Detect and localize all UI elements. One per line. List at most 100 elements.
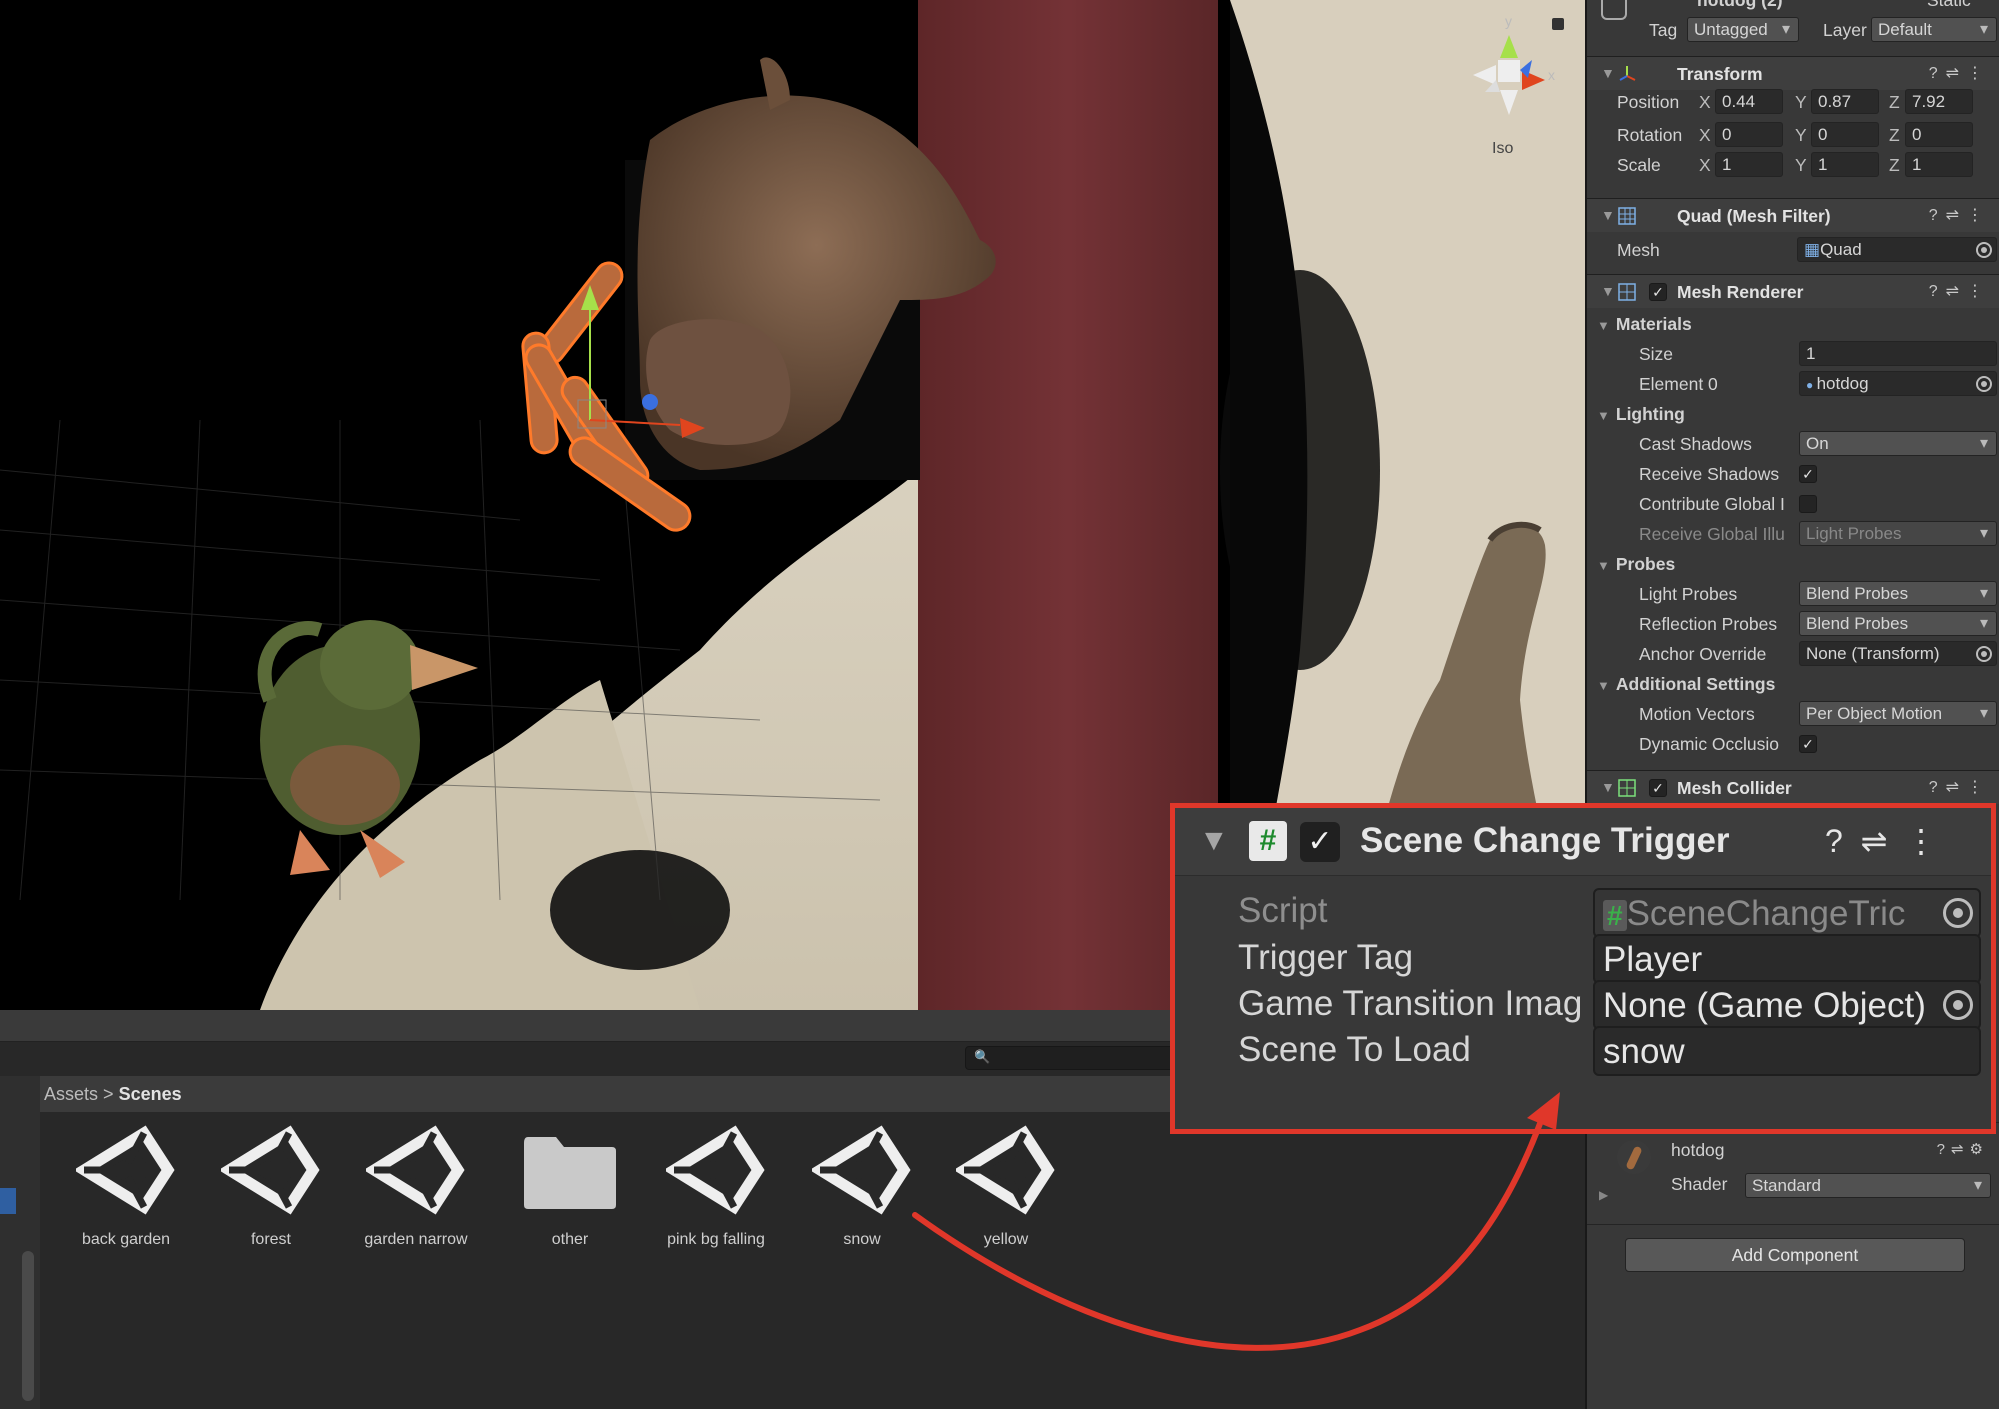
object-picker-icon[interactable]: [1976, 646, 1992, 662]
mesh-filter-icon: [1618, 207, 1636, 225]
scale-x-input[interactable]: 1: [1715, 152, 1783, 177]
size-row: Size 1: [1587, 340, 1999, 368]
mesh-renderer-title: Mesh Renderer: [1677, 282, 1804, 302]
collapse-arrow-icon[interactable]: ▼: [1597, 558, 1610, 573]
scale-axis-label[interactable]: Z: [1889, 155, 1900, 176]
trigger-tag-label: Trigger Tag: [1238, 938, 1414, 977]
asset-item[interactable]: pink bg falling: [642, 1125, 790, 1249]
trigger-tag-input[interactable]: Player: [1593, 934, 1981, 984]
cast-shadows-dropdown[interactable]: On: [1799, 431, 1997, 456]
game-transition-object-field[interactable]: None (Game Object): [1593, 980, 1981, 1030]
scale-axis-label[interactable]: X: [1699, 155, 1711, 176]
object-name[interactable]: hotdog (2): [1697, 0, 1783, 11]
tag-dropdown[interactable]: Untagged: [1687, 17, 1799, 42]
collapse-arrow-icon[interactable]: ▼: [1601, 207, 1615, 223]
reflection-probes-dropdown[interactable]: Blend Probes: [1799, 611, 1997, 636]
add-component-button[interactable]: Add Component: [1625, 1238, 1965, 1272]
dynamic-occlusion-checkbox[interactable]: ✓: [1799, 735, 1817, 753]
mesh-renderer-icon: [1618, 283, 1636, 301]
asset-item[interactable]: back garden: [52, 1125, 200, 1249]
breadcrumb-separator: >: [103, 1084, 114, 1104]
motion-vectors-dropdown[interactable]: Per Object Motion: [1799, 701, 1997, 726]
collapse-arrow-icon[interactable]: ▼: [1597, 678, 1610, 693]
receive-shadows-checkbox[interactable]: ✓: [1799, 465, 1817, 483]
scale-axis-label[interactable]: Y: [1795, 155, 1807, 176]
static-label[interactable]: Static: [1927, 0, 1971, 11]
layer-dropdown[interactable]: Default: [1871, 17, 1997, 42]
mesh-object-field[interactable]: ▦Quad: [1797, 237, 1997, 262]
position-x-input[interactable]: 0.44: [1715, 89, 1783, 114]
asset-name: snow: [843, 1231, 881, 1248]
component-menu-icons[interactable]: ?⇌⋮: [1929, 205, 1991, 225]
position-axis-label[interactable]: Y: [1795, 92, 1807, 113]
project-search-input[interactable]: 🔍: [965, 1046, 1175, 1070]
component-menu-icons[interactable]: ? ⇌ ⋮: [1825, 822, 1937, 860]
expand-arrow-icon[interactable]: ▶: [1599, 1188, 1608, 1202]
selected-folder-marker: [0, 1188, 16, 1214]
project-folder-tree[interactable]: [0, 1076, 40, 1409]
object-picker-icon[interactable]: [1943, 898, 1973, 928]
receive-gi-row: Receive Global Illu Light Probes: [1587, 520, 1999, 548]
additional-settings-section[interactable]: ▼ Additional Settings: [1597, 674, 1775, 695]
rotation-axis-label[interactable]: X: [1699, 125, 1711, 146]
collapse-arrow-icon[interactable]: ▼: [1199, 824, 1229, 858]
collapse-arrow-icon[interactable]: ▼: [1597, 408, 1610, 423]
component-menu-icons[interactable]: ?⇌⋮: [1929, 281, 1991, 301]
anchor-override-label: Anchor Override: [1639, 644, 1767, 664]
element0-row: Element 0 ● hotdog: [1587, 370, 1999, 398]
asset-item[interactable]: other: [496, 1125, 644, 1249]
position-axis-label[interactable]: X: [1699, 92, 1711, 113]
asset-item[interactable]: yellow: [932, 1125, 1080, 1249]
shader-dropdown[interactable]: Standard: [1745, 1173, 1991, 1198]
mesh-collider-enabled-checkbox[interactable]: ✓: [1649, 779, 1667, 797]
lock-icon[interactable]: [1552, 18, 1564, 30]
component-menu-icons[interactable]: ?⇌⋮: [1929, 777, 1991, 797]
script-field[interactable]: # SceneChangeTric: [1593, 888, 1981, 938]
scale-z-input[interactable]: 1: [1905, 152, 1973, 177]
asset-item[interactable]: forest: [197, 1125, 345, 1249]
unity-scene-icon: [366, 1125, 465, 1215]
mesh-filter-header[interactable]: ▼ Quad (Mesh Filter) ?⇌⋮: [1587, 198, 1999, 232]
vertical-scrollbar[interactable]: [22, 1251, 34, 1401]
material-menu-icons[interactable]: ?⇌⚙: [1937, 1140, 1989, 1158]
position-y-input[interactable]: 0.87: [1811, 89, 1879, 114]
element0-object-field[interactable]: ● hotdog: [1799, 371, 1997, 396]
breadcrumb-scenes[interactable]: Scenes: [119, 1084, 182, 1104]
iso-label[interactable]: Iso: [1492, 140, 1513, 158]
asset-item[interactable]: garden narrow: [342, 1125, 490, 1249]
lighting-section[interactable]: ▼ Lighting: [1597, 404, 1685, 425]
collapse-arrow-icon[interactable]: ▼: [1597, 318, 1610, 333]
rotation-axis-label[interactable]: Y: [1795, 125, 1807, 146]
rotation-x-input[interactable]: 0: [1715, 122, 1783, 147]
object-picker-icon[interactable]: [1976, 242, 1992, 258]
breadcrumb-assets[interactable]: Assets: [44, 1084, 98, 1104]
probes-section[interactable]: ▼ Probes: [1597, 554, 1675, 575]
scene-to-load-input[interactable]: snow: [1593, 1026, 1981, 1076]
mesh-collider-header[interactable]: ▼ ✓ Mesh Collider ?⇌⋮: [1587, 770, 1999, 804]
mesh-renderer-enabled-checkbox[interactable]: ✓: [1649, 283, 1667, 301]
anchor-override-object-field[interactable]: None (Transform): [1799, 641, 1997, 666]
transform-icon: [1619, 66, 1636, 81]
scene-change-trigger-enabled-checkbox[interactable]: ✓: [1300, 822, 1340, 862]
collapse-arrow-icon[interactable]: ▼: [1601, 65, 1615, 81]
collapse-arrow-icon[interactable]: ▼: [1601, 779, 1615, 795]
position-z-input[interactable]: 7.92: [1905, 89, 1973, 114]
materials-section[interactable]: ▼ Materials: [1597, 314, 1692, 335]
component-menu-icons[interactable]: ?⇌⋮: [1929, 63, 1991, 83]
asset-item[interactable]: snow: [788, 1125, 936, 1249]
transform-header[interactable]: ▼ Transform ?⇌⋮: [1587, 56, 1999, 90]
scene-change-trigger-header[interactable]: ▼ # ✓ Scene Change Trigger (Sc ? ⇌ ⋮: [1175, 808, 1991, 876]
rotation-z-input[interactable]: 0: [1905, 122, 1973, 147]
light-probes-dropdown[interactable]: Blend Probes: [1799, 581, 1997, 606]
collapse-arrow-icon[interactable]: ▼: [1601, 283, 1615, 299]
size-input[interactable]: 1: [1799, 341, 1997, 366]
position-axis-label[interactable]: Z: [1889, 92, 1900, 113]
object-picker-icon[interactable]: [1976, 376, 1992, 392]
contribute-gi-checkbox[interactable]: [1799, 495, 1817, 513]
scale-y-input[interactable]: 1: [1811, 152, 1879, 177]
object-picker-icon[interactable]: [1943, 990, 1973, 1020]
tag-label: Tag: [1649, 20, 1678, 40]
mesh-renderer-header[interactable]: ▼ ✓ Mesh Renderer ?⇌⋮: [1587, 274, 1999, 308]
rotation-axis-label[interactable]: Z: [1889, 125, 1900, 146]
rotation-y-input[interactable]: 0: [1811, 122, 1879, 147]
